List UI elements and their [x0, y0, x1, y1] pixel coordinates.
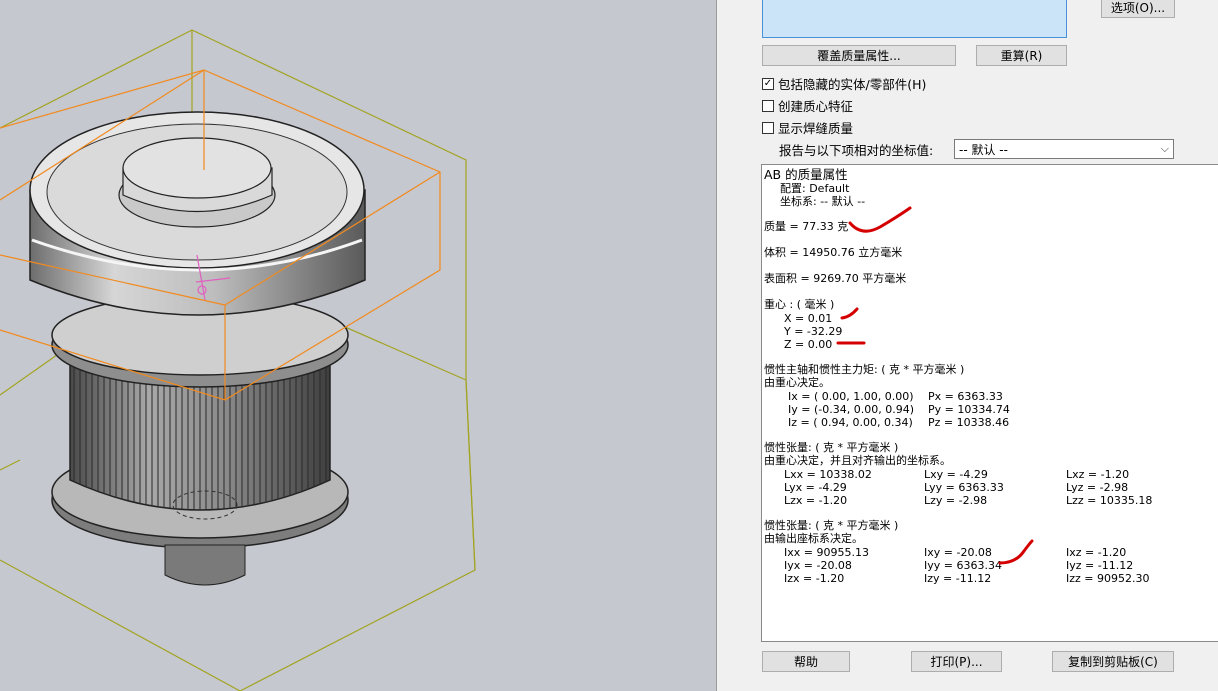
annotation-iyy-mark — [998, 539, 1034, 565]
help-button[interactable]: 帮助 — [762, 651, 850, 672]
create-com-label: 创建质心特征 — [778, 99, 854, 114]
annotation-x-mark — [840, 307, 859, 320]
annotation-mass-mark — [848, 206, 912, 233]
recalculate-button[interactable]: 重算(R) — [976, 45, 1067, 66]
print-button[interactable]: 打印(P)... — [911, 651, 1002, 672]
weld-mass-row[interactable]: 显示焊缝质量 — [762, 118, 853, 137]
override-mass-button[interactable]: 覆盖质量属性... — [762, 45, 956, 66]
results-textarea[interactable]: AB 的质量属性 配置: Default 坐标系: -- 默认 -- 质量 = … — [761, 164, 1218, 642]
selection-listbox[interactable] — [762, 0, 1067, 38]
create-com-row[interactable]: 创建质心特征 — [762, 96, 853, 115]
create-com-checkbox[interactable] — [762, 99, 774, 112]
coord-system-value: -- 默认 -- — [959, 142, 1008, 157]
weld-mass-label: 显示焊缝质量 — [778, 121, 854, 136]
chevron-down-icon: ⌵ — [1160, 142, 1169, 155]
mass-properties-dialog: 选项(O)... 覆盖质量属性... 重算(R) ✓ 包括隐藏的实体/零部件(H… — [716, 0, 1218, 691]
red-annotation-marks — [836, 206, 1034, 565]
include-hidden-row[interactable]: ✓ 包括隐藏的实体/零部件(H) — [762, 74, 926, 93]
graphics-viewport[interactable] — [0, 0, 716, 691]
copy-clipboard-button[interactable]: 复制到剪贴板(C) — [1052, 651, 1174, 672]
coord-system-label: 报告与以下项相对的坐标值: — [779, 143, 934, 158]
include-hidden-checkbox[interactable]: ✓ — [762, 77, 774, 90]
pulley-model-view[interactable] — [0, 0, 716, 691]
weld-mass-checkbox[interactable] — [762, 121, 774, 134]
options-button[interactable]: 选项(O)... — [1101, 0, 1175, 18]
include-hidden-label: 包括隐藏的实体/零部件(H) — [778, 77, 927, 92]
coord-system-select[interactable]: -- 默认 -- ⌵ — [954, 139, 1174, 159]
